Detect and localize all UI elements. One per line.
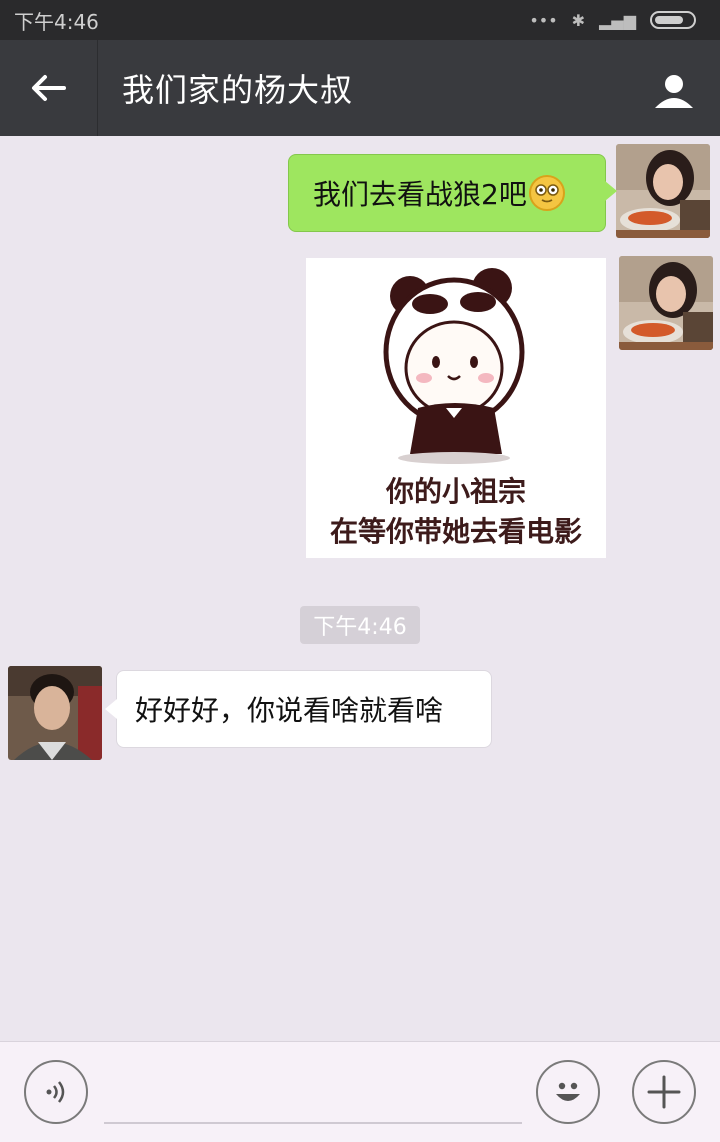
message-bubble-sent[interactable]: 我们去看战狼2吧: [288, 154, 617, 232]
signal-icon: ▂▄▆: [599, 10, 636, 30]
more-dots-icon: •••: [529, 10, 558, 30]
battery-icon: [650, 11, 696, 29]
avatar-photo-icon: [616, 144, 710, 238]
back-button[interactable]: [0, 40, 98, 136]
chat-title: 我们家的杨大叔: [122, 71, 354, 109]
sticker-caption-line2: 在等你带她去看电影: [329, 515, 582, 548]
message-timestamp: 下午4:46: [300, 606, 420, 644]
voice-wave-icon: [46, 1081, 65, 1103]
message-bubble-received[interactable]: 好好好，你说看啥就看啥: [105, 670, 492, 748]
avatar-photo-icon: [619, 256, 713, 350]
status-icons: ••• ✱ ▂▄▆: [529, 11, 696, 30]
sticker-image[interactable]: 你的小祖宗 在等你带她去看电影: [306, 258, 606, 558]
input-bar: [0, 1041, 720, 1142]
message-input[interactable]: [104, 1072, 522, 1124]
message-text: 好好好，你说看啥就看啥: [135, 694, 444, 727]
sticker-caption-line1: 你的小祖宗: [385, 475, 526, 508]
panda-hood-character-icon: [383, 268, 525, 464]
voice-input-button[interactable]: [24, 1060, 88, 1124]
title-bar: 我们家的杨大叔: [0, 40, 720, 136]
bluetooth-icon: ✱: [571, 10, 586, 30]
my-avatar[interactable]: [619, 256, 713, 350]
person-icon: [655, 75, 693, 108]
status-time: 下午4:46: [14, 9, 99, 34]
chat-area[interactable]: 我们去看战狼2吧 你的小祖宗 在等你带她去看电影 下午4:46 好好好，你说看啥…: [0, 136, 720, 1041]
plus-icon: [647, 1075, 681, 1109]
smiling-face-icon: [528, 175, 565, 211]
avatar-photo-icon: [8, 666, 102, 760]
emoji-button[interactable]: [536, 1060, 600, 1124]
smiley-icon: [556, 1082, 580, 1101]
more-options-button[interactable]: [632, 1060, 696, 1124]
status-bar: 下午4:46 ••• ✱ ▂▄▆: [0, 0, 720, 40]
chat-info-button[interactable]: [652, 66, 696, 110]
my-avatar[interactable]: [616, 144, 710, 238]
contact-avatar[interactable]: [8, 666, 102, 760]
message-text: 我们去看战狼2吧: [313, 178, 527, 211]
back-arrow-icon: [31, 75, 66, 101]
